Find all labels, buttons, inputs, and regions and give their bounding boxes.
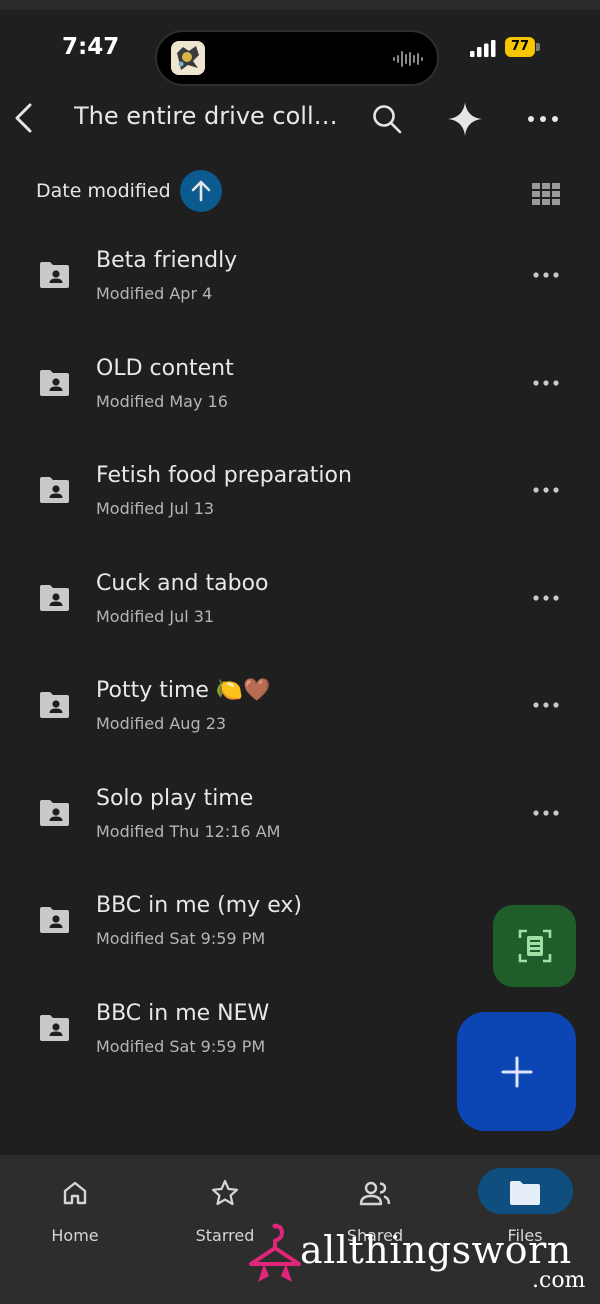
sort-direction-button[interactable] [180,170,222,212]
watermark-suffix: .com [532,1268,586,1293]
more-horizontal-icon [533,487,559,493]
search-icon [373,105,402,134]
file-row[interactable]: Potty time 🍋🤎 Modified Aug 23 [0,656,600,764]
star-icon [150,1175,300,1211]
folder-icon [450,1175,600,1211]
file-name: BBC in me (my ex) [96,893,302,918]
home-icon [0,1175,150,1211]
sort-bar: Date modified [0,166,600,216]
shared-folder-icon [38,261,71,289]
plus-icon [501,1056,532,1087]
more-horizontal-icon [533,702,559,708]
now-playing-app-icon[interactable] [171,41,205,75]
shared-folder-icon [38,584,71,612]
file-name: OLD content [96,355,234,381]
top-strip [0,0,600,10]
battery-level: 77 [510,39,530,54]
file-modified-date: Modified Thu 12:16 AM [96,821,281,841]
grid-view-icon [532,183,560,205]
file-modified-date: Modified Apr 4 [96,284,213,303]
file-modified-date: Modified Sat 9:59 PM [96,929,266,948]
new-item-button[interactable] [457,1012,576,1131]
grid-view-button[interactable] [528,176,564,212]
audio-wave-icon [393,50,423,72]
nav-item-home[interactable]: Home [0,1155,150,1265]
file-row[interactable]: Fetish food preparation Modified Jul 13 [0,441,600,549]
file-name: Cuck and taboo [96,570,269,596]
file-modified-date: Modified Aug 23 [96,714,227,733]
back-button[interactable] [10,100,36,136]
file-more-button[interactable] [526,690,566,720]
search-button[interactable] [364,96,410,142]
shared-folder-icon [38,906,71,934]
file-more-button[interactable] [526,475,566,505]
sort-label[interactable]: Date modified [36,180,171,202]
file-name: Fetish food preparation [96,463,352,488]
app-header: The entire drive collection [0,90,600,150]
file-row[interactable]: Beta friendly Modified Apr 4 [0,226,600,334]
more-horizontal-icon [533,594,559,601]
shared-folder-icon [38,369,71,397]
hanger-logo [248,1222,302,1290]
more-horizontal-icon [533,379,559,386]
file-modified-date: Modified May 16 [96,391,228,411]
more-horizontal-icon [528,116,558,122]
shared-folder-icon [38,476,71,504]
more-horizontal-icon [533,809,559,816]
file-row[interactable]: Solo play time Modified Thu 12:16 AM [0,764,600,872]
sparkle-icon [448,102,482,136]
scan-document-button[interactable] [493,905,576,987]
watermark-text: allthingsworn [300,1228,572,1272]
file-name: Solo play time [96,785,254,811]
chevron-left-icon [15,103,32,133]
file-more-button[interactable] [526,368,566,398]
gemini-button[interactable] [442,96,488,142]
dynamic-island[interactable] [155,30,439,86]
document-scan-icon [518,929,551,963]
file-more-button[interactable] [526,260,566,290]
file-name: Beta friendly [96,248,238,273]
shared-folder-icon [38,691,71,719]
page-title: The entire drive collection [74,102,346,130]
file-row[interactable]: Cuck and taboo Modified Jul 31 [0,549,600,657]
status-bar: 7:47 77 [0,10,600,90]
more-horizontal-icon [533,272,559,278]
status-time: 7:47 [62,34,120,60]
nav-label: Home [51,1226,99,1245]
file-name: BBC in me NEW [96,1000,270,1026]
arrow-up-icon [191,180,211,202]
file-more-button[interactable] [526,583,566,613]
file-modified-date: Modified Sat 9:59 PM [96,1036,266,1056]
battery-indicator: 77 [505,37,541,59]
file-more-button[interactable] [526,798,566,828]
file-modified-date: Modified Jul 13 [96,499,215,518]
file-modified-date: Modified Jul 31 [96,606,215,626]
file-row[interactable]: OLD content Modified May 16 [0,334,600,442]
cellular-signal-icon [470,40,496,61]
file-name: Potty time 🍋🤎 [96,678,271,703]
watermark: allthingsworn .com [248,1218,600,1304]
more-options-button[interactable] [520,96,566,142]
shared-folder-icon [38,799,71,827]
shared-folder-icon [38,1014,71,1042]
people-icon [300,1175,450,1211]
